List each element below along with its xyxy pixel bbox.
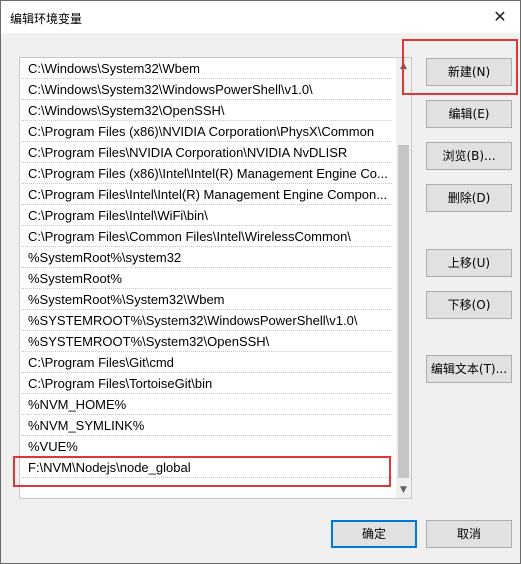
ok-button[interactable]: 确定 xyxy=(331,520,417,548)
list-item[interactable]: %SystemRoot% xyxy=(20,268,396,289)
scrollbar-thumb[interactable] xyxy=(398,145,409,478)
list-item[interactable]: C:\Program Files\Common Files\Intel\Wire… xyxy=(20,226,396,247)
move-down-button[interactable]: 下移(O) xyxy=(426,291,512,319)
list-item[interactable]: C:\Program Files (x86)\Intel\Intel(R) Ma… xyxy=(20,163,396,184)
close-icon[interactable]: ✕ xyxy=(480,1,520,33)
list-item[interactable]: %NVM_SYMLINK% xyxy=(20,415,396,436)
list-item[interactable]: C:\Windows\System32\Wbem xyxy=(20,58,396,79)
cancel-button[interactable]: 取消 xyxy=(426,520,512,548)
edit-text-button[interactable]: 编辑文本(T)... xyxy=(426,355,512,383)
list-item[interactable]: C:\Program Files\TortoiseGit\bin xyxy=(20,373,396,394)
scroll-up-arrow-icon[interactable]: ▲ xyxy=(396,58,411,74)
title-bar: 编辑环境变量 ✕ xyxy=(1,1,520,33)
list-item[interactable]: %SystemRoot%\system32 xyxy=(20,247,396,268)
browse-button[interactable]: 浏览(B)... xyxy=(426,142,512,170)
path-list: C:\Windows\System32\Wbem C:\Windows\Syste… xyxy=(19,57,412,499)
path-list-items: C:\Windows\System32\Wbem C:\Windows\Syste… xyxy=(20,58,396,478)
list-item[interactable]: %NVM_HOME% xyxy=(20,394,396,415)
list-item[interactable]: C:\Program Files\Intel\WiFi\bin\ xyxy=(20,205,396,226)
move-up-button[interactable]: 上移(U) xyxy=(426,249,512,277)
edit-button[interactable]: 编辑(E) xyxy=(426,100,512,128)
list-item[interactable]: C:\Windows\System32\WindowsPowerShell\v1… xyxy=(20,79,396,100)
list-item[interactable]: C:\Program Files\NVIDIA Corporation\NVID… xyxy=(20,142,396,163)
edit-env-var-dialog: 编辑环境变量 ✕ C:\Windows\System32\Wbem C:\Wind… xyxy=(0,0,521,564)
list-item-editing[interactable]: F:\NVM\Nodejs\node_global xyxy=(20,457,396,478)
scroll-down-arrow-icon[interactable]: ▼ xyxy=(396,482,411,498)
vertical-scrollbar[interactable]: ▲ ▼ xyxy=(396,58,411,498)
new-button[interactable]: 新建(N) xyxy=(426,58,512,86)
list-item[interactable]: C:\Program Files\Git\cmd xyxy=(20,352,396,373)
delete-button[interactable]: 删除(D) xyxy=(426,184,512,212)
list-item[interactable]: %SYSTEMROOT%\System32\OpenSSH\ xyxy=(20,331,396,352)
list-item[interactable]: %SYSTEMROOT%\System32\WindowsPowerShell\… xyxy=(20,310,396,331)
list-item[interactable]: %SystemRoot%\System32\Wbem xyxy=(20,289,396,310)
list-item[interactable]: %VUE% xyxy=(20,436,396,457)
dialog-title: 编辑环境变量 xyxy=(10,12,83,26)
list-item[interactable]: C:\Program Files\Intel\Intel(R) Manageme… xyxy=(20,184,396,205)
list-item[interactable]: C:\Program Files (x86)\NVIDIA Corporatio… xyxy=(20,121,396,142)
list-item[interactable]: C:\Windows\System32\OpenSSH\ xyxy=(20,100,396,121)
